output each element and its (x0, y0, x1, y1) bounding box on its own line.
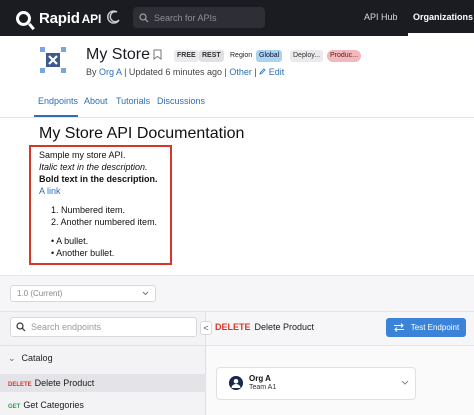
doc-italic: Italic text in the description. (39, 162, 148, 172)
badge-region-label: Region (230, 52, 253, 59)
search-icon (139, 12, 149, 22)
list-item: • A bullet. (51, 236, 89, 246)
logo-brand-suffix: API (81, 11, 102, 26)
method-badge: GET (8, 404, 21, 410)
test-endpoint-label: Test Endpoint (410, 323, 460, 332)
bookmark-icon[interactable] (153, 49, 162, 60)
moon-icon[interactable] (106, 9, 122, 25)
badge-product: Produc... (327, 50, 362, 62)
tabs-divider (0, 117, 474, 118)
group-catalog[interactable]: ⌄ Catalog (8, 353, 53, 364)
chevron-down-icon: ⌄ (8, 353, 16, 363)
category-link[interactable]: Other (229, 67, 252, 77)
endpoint-item-get-categories[interactable]: GET Get Categories (0, 396, 206, 414)
org-link[interactable]: Org A (99, 67, 122, 77)
search-icon (16, 322, 26, 332)
endpoint-label: Delete Product (34, 378, 95, 388)
chevron-down-icon (401, 380, 409, 385)
tab-tutorials[interactable]: Tutorials (116, 96, 150, 106)
method-label: DELETE (215, 322, 251, 332)
badge-region-value: Global (256, 50, 283, 62)
top-navbar: RapidAPI API Hub Organizations (0, 0, 474, 36)
tab-about[interactable]: About (84, 96, 108, 106)
org-selector[interactable] (216, 367, 416, 400)
endpoint-item-delete-product[interactable]: DELETE Delete Product (0, 374, 206, 392)
user-avatar-icon (229, 376, 243, 390)
endpoint-search-input[interactable] (31, 322, 191, 332)
doc-title: My Store API Documentation (39, 125, 245, 142)
edit-link[interactable]: Edit (269, 67, 285, 77)
api-logo-icon (39, 46, 67, 74)
group-label: Catalog (21, 353, 53, 363)
active-nav-indicator (408, 33, 474, 36)
org-name: Org A (249, 374, 271, 383)
endpoint-header: DELETE Delete Product (215, 322, 314, 332)
doc-line: Sample my store API. (39, 150, 126, 160)
api-title: My Store (86, 46, 151, 63)
api-search-box[interactable] (133, 7, 265, 28)
nav-api-hub[interactable]: API Hub (364, 12, 398, 22)
pencil-icon (259, 68, 266, 75)
badge-rest: REST (199, 50, 224, 62)
logo-brand: Rapid (39, 9, 80, 27)
endpoint-name: Delete Product (254, 322, 315, 332)
swap-arrows-icon (393, 323, 404, 332)
sidebar-divider (0, 345, 206, 346)
method-badge: DELETE (8, 382, 32, 388)
version-value: 1.0 (Current) (17, 289, 63, 298)
doc-bold: Bold text in the description. (39, 174, 158, 184)
list-item: 2. Another numbered item. (51, 217, 158, 227)
endpoint-search-box[interactable] (10, 317, 197, 337)
badge-deployment: Deploy... (290, 50, 324, 62)
nav-organizations[interactable]: Organizations (413, 12, 473, 22)
logo-icon (16, 10, 31, 26)
api-search-input[interactable] (154, 12, 264, 23)
list-item: 1. Numbered item. (51, 205, 126, 215)
doc-description: Sample my store API. Italic text in the … (39, 149, 158, 258)
badge-free: FREE (174, 50, 199, 62)
api-byline: By Org A | Updated 6 minutes ago | Other… (86, 67, 285, 77)
bullet-list: • A bullet. • Another bullet. (51, 235, 171, 259)
collapse-sidebar-button[interactable]: < (200, 321, 212, 335)
rapidapi-logo[interactable]: Rapid API (16, 8, 101, 28)
tab-endpoints[interactable]: Endpoints (38, 96, 78, 106)
numbered-list: 1. Numbered item. 2. Another numbered it… (51, 204, 171, 228)
tab-discussions[interactable]: Discussions (157, 96, 205, 106)
list-item: • Another bullet. (51, 248, 115, 258)
chevron-down-icon (142, 291, 149, 296)
test-endpoint-button[interactable]: Test Endpoint (386, 318, 466, 337)
version-select[interactable]: 1.0 (Current) (10, 285, 156, 302)
doc-link[interactable]: A link (39, 186, 61, 196)
endpoint-label: Get Categories (23, 400, 84, 410)
team-name: Team A1 (249, 384, 277, 391)
